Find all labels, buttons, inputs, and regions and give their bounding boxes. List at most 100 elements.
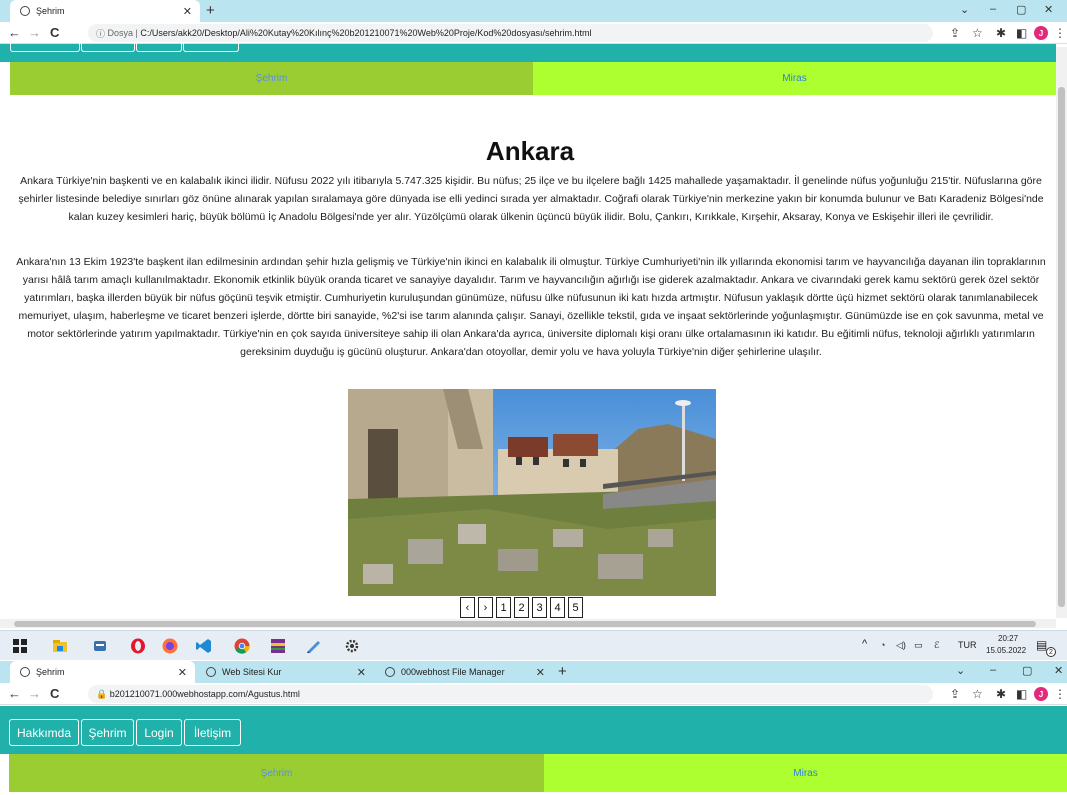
restore-button[interactable]: ▢ bbox=[1022, 664, 1032, 677]
nav-link-iletisim[interactable]: İletişim bbox=[184, 719, 241, 746]
top-address-bar: ← → C ⓘ Dosya | C:/Users/akk20/Desktop/A… bbox=[0, 22, 1067, 44]
url-text: C:/Users/akk20/Desktop/Ali%20Kutay%20Kıl… bbox=[140, 28, 592, 38]
bottom-address-bar: ← → C 🔒 b201210071.000webhostapp.com/Agu… bbox=[0, 683, 1067, 705]
close-tab-icon[interactable]: ✕ bbox=[183, 5, 192, 18]
close-tab-icon[interactable]: ✕ bbox=[178, 666, 187, 679]
pager-prev-button[interactable]: ‹ bbox=[460, 597, 475, 618]
nav-link-hakkimda[interactable] bbox=[10, 42, 80, 52]
tab-search-icon[interactable]: ⌄ bbox=[956, 664, 965, 677]
tab-label: Şehrim bbox=[36, 6, 65, 16]
bottom-omnibox[interactable]: 🔒 b201210071.000webhostapp.com/Agustus.h… bbox=[88, 685, 933, 703]
pager-page-4[interactable]: 4 bbox=[550, 597, 565, 618]
nav-link-login[interactable] bbox=[136, 42, 182, 52]
top-tab-sehrim[interactable]: Şehrim ✕ bbox=[10, 0, 200, 22]
windows-start-icon[interactable] bbox=[12, 638, 28, 654]
tray-chevron-icon[interactable]: ^ bbox=[862, 638, 867, 650]
windows-taskbar: ^ ◔ ◁) ▭ ℰ TUR 20:27 15.05.2022 ▤ 2 bbox=[0, 630, 1067, 660]
reload-icon[interactable]: C bbox=[50, 25, 59, 40]
top-tab-strip: Şehrim ✕ + ⌄ – ▢ ✕ bbox=[0, 0, 1067, 22]
bottom-page-navbar: Hakkımda Şehrim Login İletişim bbox=[0, 706, 1067, 754]
winrar-icon[interactable] bbox=[270, 638, 286, 654]
url-text: b201210071.000webhostapp.com/Agustus.htm… bbox=[109, 689, 300, 699]
top-omnibox[interactable]: ⓘ Dosya | C:/Users/akk20/Desktop/Ali%20K… bbox=[88, 24, 933, 42]
section-link-miras[interactable]: Miras bbox=[544, 754, 1067, 792]
section-link-sehrim[interactable]: Şehrim bbox=[10, 62, 533, 95]
close-tab-icon[interactable]: ✕ bbox=[357, 666, 366, 679]
vertical-scrollbar[interactable] bbox=[1056, 47, 1067, 618]
section-link-miras[interactable]: Miras bbox=[533, 62, 1056, 95]
profile-avatar[interactable]: J bbox=[1034, 26, 1048, 40]
pager-page-5[interactable]: 5 bbox=[568, 597, 583, 618]
close-window-button[interactable]: ✕ bbox=[1054, 664, 1063, 677]
wifi-icon[interactable]: ◔ bbox=[880, 640, 885, 650]
new-tab-button[interactable]: + bbox=[206, 2, 215, 19]
profile-avatar[interactable]: J bbox=[1034, 687, 1048, 701]
share-icon[interactable]: ⇪ bbox=[950, 26, 960, 40]
bookmark-star-icon[interactable]: ☆ bbox=[972, 687, 983, 701]
clock-time[interactable]: 20:27 bbox=[998, 634, 1018, 643]
bookmark-star-icon[interactable]: ☆ bbox=[972, 26, 983, 40]
close-tab-icon[interactable]: ✕ bbox=[536, 666, 545, 679]
pager: ‹ › 1 2 3 4 5 bbox=[460, 597, 583, 618]
nav-link-sehrim[interactable]: Şehrim bbox=[81, 719, 134, 746]
menu-icon[interactable]: ⋮ bbox=[1054, 687, 1066, 701]
nav-link-sehrim[interactable] bbox=[81, 42, 135, 52]
share-icon[interactable]: ⇪ bbox=[950, 687, 960, 701]
file-prefix: Dosya bbox=[107, 28, 134, 38]
reload-icon[interactable]: C bbox=[50, 686, 59, 701]
vertical-scroll-thumb[interactable] bbox=[1058, 87, 1065, 607]
back-icon[interactable]: ← bbox=[8, 25, 21, 40]
tab-label: Şehrim bbox=[36, 667, 65, 677]
paint-icon[interactable] bbox=[306, 638, 322, 654]
bottom-tab-sehrim[interactable]: Şehrim ✕ bbox=[10, 661, 195, 683]
minimize-button[interactable]: – bbox=[990, 664, 996, 676]
forward-icon[interactable]: → bbox=[28, 686, 41, 701]
volume-icon[interactable]: ◁) bbox=[896, 640, 906, 651]
clock-date[interactable]: 15.05.2022 bbox=[986, 646, 1026, 655]
bottom-tab-web-sitesi-kur[interactable]: Web Sitesi Kur ✕ bbox=[196, 661, 374, 683]
side-panel-icon[interactable]: ◧ bbox=[1016, 26, 1027, 40]
new-tab-button[interactable]: + bbox=[558, 663, 567, 680]
lock-icon: 🔒 bbox=[96, 688, 110, 699]
extensions-icon[interactable]: ✱ bbox=[996, 26, 1006, 40]
info-icon: ⓘ bbox=[96, 28, 108, 39]
firefox-icon[interactable] bbox=[162, 638, 178, 654]
file-explorer-icon[interactable] bbox=[52, 638, 68, 654]
horizontal-scrollbar[interactable] bbox=[0, 619, 1056, 628]
forward-icon[interactable]: → bbox=[28, 25, 41, 40]
close-window-button[interactable]: ✕ bbox=[1044, 3, 1053, 16]
chrome-icon[interactable] bbox=[234, 638, 250, 654]
pager-next-button[interactable]: › bbox=[478, 597, 493, 618]
nav-link-login[interactable]: Login bbox=[136, 719, 182, 746]
settings-gear-icon[interactable] bbox=[344, 638, 360, 654]
tab-search-icon[interactable]: ⌄ bbox=[960, 3, 969, 16]
section-link-sehrim[interactable]: Şehrim bbox=[9, 754, 544, 792]
restore-button[interactable]: ▢ bbox=[1016, 3, 1026, 16]
pager-page-2[interactable]: 2 bbox=[514, 597, 529, 618]
globe-icon bbox=[206, 667, 216, 677]
globe-icon bbox=[385, 667, 395, 677]
paragraph-history: Ankara'nın 13 Ekim 1923'te başkent ilan … bbox=[16, 256, 1046, 358]
back-icon[interactable]: ← bbox=[8, 686, 21, 701]
minimize-button[interactable]: – bbox=[990, 3, 996, 15]
pen-icon[interactable]: ℰ bbox=[934, 640, 939, 651]
ankara-photo bbox=[348, 389, 716, 596]
nav-link-iletisim[interactable] bbox=[183, 42, 239, 52]
language-indicator[interactable]: TUR bbox=[958, 640, 977, 650]
battery-icon[interactable]: ▭ bbox=[914, 640, 923, 651]
horizontal-scroll-thumb[interactable] bbox=[14, 621, 1036, 627]
tab-label: 000webhost File Manager bbox=[401, 667, 505, 677]
page-title: Ankara bbox=[485, 136, 575, 166]
side-panel-icon[interactable]: ◧ bbox=[1016, 687, 1027, 701]
menu-icon[interactable]: ⋮ bbox=[1054, 26, 1066, 40]
app-icon[interactable] bbox=[92, 638, 108, 654]
pager-page-3[interactable]: 3 bbox=[532, 597, 547, 618]
bottom-tab-file-manager[interactable]: 000webhost File Manager ✕ bbox=[375, 661, 553, 683]
extensions-icon[interactable]: ✱ bbox=[996, 687, 1006, 701]
top-page-navbar bbox=[0, 42, 1056, 62]
nav-link-hakkimda[interactable]: Hakkımda bbox=[9, 719, 79, 746]
paragraph-intro: Ankara Türkiye'nin başkenti ve en kalaba… bbox=[18, 175, 1044, 223]
vscode-icon[interactable] bbox=[196, 638, 212, 654]
pager-page-1[interactable]: 1 bbox=[496, 597, 511, 618]
opera-icon[interactable] bbox=[130, 638, 146, 654]
